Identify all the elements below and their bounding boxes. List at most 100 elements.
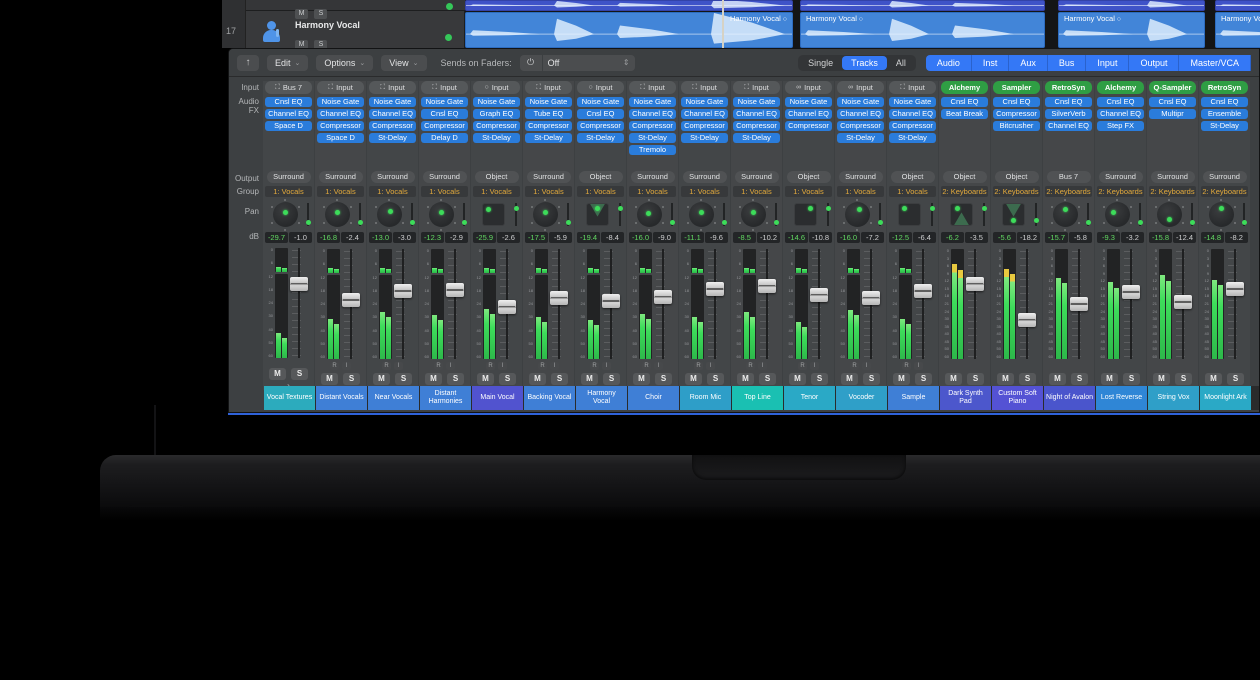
pan-control[interactable] <box>577 200 624 230</box>
output-slot[interactable]: Surround <box>631 171 675 183</box>
output-slot[interactable]: Object <box>943 171 987 183</box>
pan-depth-slider[interactable] <box>723 203 725 226</box>
fx-plugin-slot[interactable]: Channel EQ <box>889 109 936 119</box>
object-panner[interactable] <box>482 203 505 226</box>
filter-input[interactable]: Input <box>1086 55 1129 71</box>
object-panner[interactable] <box>794 203 817 226</box>
fader-cap[interactable] <box>758 279 776 293</box>
input-monitor-button[interactable]: I <box>862 362 871 370</box>
output-slot[interactable]: Surround <box>839 171 883 183</box>
group-slot[interactable]: 1: Vocals <box>837 186 884 197</box>
group-slot[interactable]: 1: Vocals <box>265 186 312 197</box>
record-enable-button[interactable]: R <box>694 362 703 370</box>
output-slot[interactable]: Surround <box>267 171 311 183</box>
pan-control[interactable] <box>941 200 988 230</box>
pan-control[interactable] <box>733 200 780 230</box>
group-slot[interactable]: 1: Vocals <box>577 186 624 197</box>
strip-track-name[interactable]: Backing Vocal <box>524 386 575 410</box>
surround-pan-knob[interactable] <box>1053 202 1078 227</box>
instrument-slot[interactable]: Sampler <box>993 81 1040 94</box>
fader-cap[interactable] <box>446 283 464 297</box>
pan-depth-slider[interactable] <box>827 203 829 226</box>
audio-region[interactable]: Harmony Vocal ○ <box>1058 12 1205 48</box>
strip-track-name[interactable]: Choir <box>628 386 679 410</box>
group-slot[interactable]: 2: Keyboards <box>993 186 1040 197</box>
track-header[interactable]: M S 17 Harmony Vocal M S <box>222 0 465 48</box>
input-slot[interactable]: ⛶Input <box>525 81 572 94</box>
fx-plugin-slot[interactable]: Step FX <box>1097 121 1144 131</box>
record-enable-button[interactable]: R <box>538 362 547 370</box>
solo-button[interactable]: S <box>1123 373 1140 385</box>
group-slot[interactable]: 2: Keyboards <box>1045 186 1092 197</box>
volume-fader[interactable] <box>862 249 880 359</box>
input-slot[interactable]: ⛶Bus 7 <box>265 81 312 94</box>
solo-button[interactable]: S <box>314 9 327 19</box>
fx-plugin-slot[interactable]: Compressor <box>421 121 468 131</box>
pan-depth-slider[interactable] <box>1191 203 1193 226</box>
surround-pan-knob[interactable] <box>533 202 558 227</box>
surround-pan-knob[interactable] <box>1157 202 1182 227</box>
group-slot[interactable]: 1: Vocals <box>317 186 364 197</box>
input-slot[interactable]: ⛶Input <box>733 81 780 94</box>
fader-cap[interactable] <box>1226 282 1244 296</box>
solo-button[interactable]: S <box>499 373 516 385</box>
input-monitor-button[interactable]: I <box>654 362 663 370</box>
input-slot[interactable]: ∞Input <box>837 81 884 94</box>
fader-cap[interactable] <box>706 282 724 296</box>
strip-track-name[interactable]: Custom Soft Piano <box>992 386 1043 410</box>
fx-plugin-slot[interactable]: Channel EQ <box>733 109 780 119</box>
mute-button[interactable]: M <box>633 373 650 385</box>
group-slot[interactable]: 1: Vocals <box>681 186 728 197</box>
fx-plugin-slot[interactable]: Channel EQ <box>369 109 416 119</box>
input-slot[interactable]: ○Input <box>577 81 624 94</box>
solo-button[interactable]: S <box>811 373 828 385</box>
volume-fader[interactable] <box>706 249 724 359</box>
power-icon[interactable]: ⏻ <box>520 55 542 71</box>
fx-plugin-slot[interactable]: Noise Gate <box>733 97 780 107</box>
input-slot[interactable]: ⛶Input <box>369 81 416 94</box>
mute-button[interactable]: M <box>1153 373 1170 385</box>
record-enable-button[interactable]: R <box>486 362 495 370</box>
mute-button[interactable]: M <box>581 373 598 385</box>
fx-plugin-slot[interactable]: Channel EQ <box>681 109 728 119</box>
fx-plugin-slot[interactable]: Noise Gate <box>889 97 936 107</box>
volume-fader[interactable] <box>1122 249 1140 359</box>
fx-plugin-slot[interactable]: Compressor <box>889 121 936 131</box>
fx-plugin-slot[interactable]: Noise Gate <box>837 97 884 107</box>
input-slot[interactable]: ⛶Input <box>681 81 728 94</box>
input-monitor-button[interactable]: I <box>602 362 611 370</box>
input-slot[interactable]: ○Input <box>473 81 520 94</box>
audio-region[interactable]: Harmony Vocal ○ <box>800 12 1045 48</box>
volume-fader[interactable] <box>758 249 776 359</box>
fx-plugin-slot[interactable]: Noise Gate <box>681 97 728 107</box>
pan-depth-slider[interactable] <box>775 203 777 226</box>
strip-track-name[interactable]: Distant Vocals <box>316 386 367 410</box>
solo-button[interactable]: S <box>863 373 880 385</box>
output-slot[interactable]: Object <box>579 171 623 183</box>
fader-cap[interactable] <box>498 300 516 314</box>
fx-plugin-slot[interactable]: Beat Break <box>941 109 988 119</box>
fx-plugin-slot[interactable]: Noise Gate <box>317 97 364 107</box>
solo-button[interactable]: S <box>1227 373 1244 385</box>
fx-plugin-slot[interactable]: Channel EQ <box>629 109 676 119</box>
mute-button[interactable]: M <box>841 373 858 385</box>
strip-track-name[interactable]: Top Line <box>732 386 783 410</box>
fx-plugin-slot[interactable]: St-Delay <box>681 133 728 143</box>
volume-fader[interactable] <box>966 249 984 359</box>
surround-pan-knob[interactable] <box>689 202 714 227</box>
group-slot[interactable]: 1: Vocals <box>525 186 572 197</box>
group-slot[interactable]: 2: Keyboards <box>1201 186 1248 197</box>
instrument-slot[interactable]: Q-Sampler <box>1149 81 1196 94</box>
fader-cap[interactable] <box>1122 285 1140 299</box>
record-enable-button[interactable]: R <box>434 362 443 370</box>
instrument-slot[interactable]: RetroSyn <box>1045 81 1092 94</box>
mute-button[interactable]: M <box>1049 373 1066 385</box>
fx-plugin-slot[interactable]: Channel EQ <box>265 109 312 119</box>
record-enable-button[interactable]: R <box>590 362 599 370</box>
input-slot[interactable]: ⛶Input <box>889 81 936 94</box>
fader-cap[interactable] <box>290 277 308 291</box>
surround-pan-knob[interactable] <box>741 202 766 227</box>
fx-plugin-slot[interactable]: Channel EQ <box>317 109 364 119</box>
solo-button[interactable]: S <box>551 373 568 385</box>
fx-plugin-slot[interactable]: Compressor <box>369 121 416 131</box>
